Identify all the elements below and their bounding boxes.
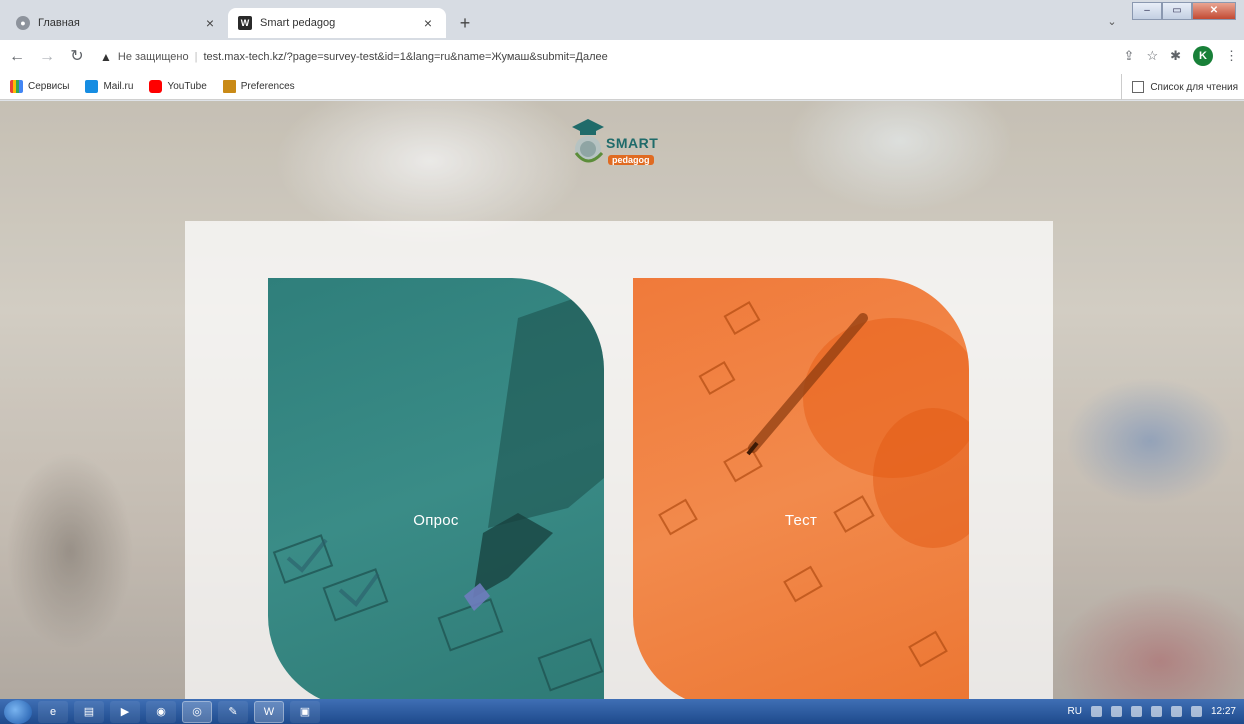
start-button[interactable] [4, 699, 32, 724]
flag-icon[interactable] [1190, 706, 1202, 717]
url-text[interactable]: test.max-tech.kz/?page=survey-test&id=1&… [203, 51, 607, 63]
system-tray: RU 12:27 [1068, 699, 1236, 724]
tray-app-icon[interactable] [1130, 706, 1142, 717]
tab-close-icon[interactable]: × [202, 15, 218, 31]
taskbar-ie-icon[interactable]: e [38, 700, 68, 723]
security-label[interactable]: Не защищено [118, 51, 189, 63]
bookmark-label: Сервисы [28, 81, 70, 92]
test-card-title: Тест [784, 512, 818, 529]
choice-panel: Опрос Тест [185, 221, 1053, 699]
mailru-icon [85, 80, 99, 93]
bookmark-label: Mail.ru [103, 81, 134, 92]
window-close-button[interactable]: ✕ [1192, 2, 1236, 20]
volume-icon[interactable] [1170, 706, 1182, 717]
logo-text-pedagog: pedagog [608, 155, 654, 165]
reload-icon[interactable]: ↻ [64, 44, 90, 70]
survey-card-title: Опрос [413, 512, 459, 529]
test-card[interactable]: Тест [633, 278, 969, 699]
apps-icon [10, 80, 23, 93]
extensions-puzzle-icon[interactable]: ✱ [1170, 48, 1181, 64]
profile-avatar[interactable]: K [1193, 46, 1213, 66]
taskbar-explorer-icon[interactable]: ▤ [74, 700, 104, 723]
tray-app-icon[interactable] [1110, 706, 1122, 717]
reading-list-icon [1132, 81, 1145, 93]
youtube-icon [149, 80, 163, 93]
smart-pedagog-logo[interactable]: SMART pedagog [566, 111, 676, 181]
taskbar-word-icon[interactable]: W [254, 700, 284, 723]
tab-label: Smart pedagog [260, 17, 336, 29]
page-content: SMART pedagog Опрос Тест [0, 101, 1244, 699]
bookmark-label: YouTube [167, 81, 207, 92]
bookmarks-bar: Сервисы Mail.ru YouTube Preferences Спис… [0, 74, 1244, 100]
survey-card[interactable]: Опрос [268, 278, 604, 699]
toolbar-actions: ⇪ ☆ ✱ K ⋮ [1124, 46, 1238, 66]
site-favicon-icon: W [238, 16, 252, 30]
pen-checkbox-illustration [658, 300, 969, 668]
back-arrow-icon[interactable]: ← [4, 44, 30, 70]
address-separator: | [194, 51, 198, 63]
graduation-cap-icon [572, 119, 604, 163]
tab-close-icon[interactable]: × [420, 15, 436, 31]
minimize-button[interactable]: – [1132, 2, 1162, 20]
forward-arrow-icon[interactable]: → [34, 44, 60, 70]
taskbar-chrome-icon[interactable]: ◎ [182, 700, 212, 723]
address-bar[interactable]: ▲ Не защищено | test.max-tech.kz/?page=s… [100, 44, 1090, 70]
taskbar-media-icon[interactable]: ▶ [110, 700, 140, 723]
globe-icon: ● [16, 16, 30, 30]
reading-list-label: Список для чтения [1150, 81, 1238, 93]
bookmark-mailru[interactable]: Mail.ru [85, 80, 133, 93]
taskbar-paint-icon[interactable]: ✎ [218, 700, 248, 723]
menu-kebab-icon[interactable]: ⋮ [1225, 48, 1238, 64]
language-indicator[interactable]: RU [1068, 706, 1082, 717]
network-icon[interactable] [1150, 706, 1162, 717]
tab-home[interactable]: ● Главная × [6, 8, 228, 38]
taskbar-firefox-icon[interactable]: ◉ [146, 700, 176, 723]
tray-app-icon[interactable] [1090, 706, 1102, 717]
tab-search-chevron-icon[interactable]: ⌄ [1102, 12, 1122, 32]
bookmark-preferences[interactable]: Preferences [222, 80, 295, 93]
bookmark-youtube[interactable]: YouTube [149, 80, 207, 93]
warning-icon: ▲ [100, 50, 112, 64]
window-controls: – ▭ ✕ [1132, 2, 1236, 20]
tab-label: Главная [38, 17, 80, 29]
tab-strip: ● Главная × W Smart pedagog × + ⌄ – ▭ ✕ [0, 0, 1244, 40]
windows-taskbar: e ▤ ▶ ◉ ◎ ✎ W ▣ RU 12:27 [0, 699, 1244, 724]
new-tab-button[interactable]: + [454, 12, 476, 34]
browser-toolbar: ← → ↻ ▲ Не защищено | test.max-tech.kz/?… [0, 40, 1244, 74]
tab-smart-pedagog[interactable]: W Smart pedagog × [228, 8, 446, 38]
bookmark-star-icon[interactable]: ☆ [1146, 48, 1158, 64]
share-icon[interactable]: ⇪ [1124, 48, 1135, 64]
clock[interactable]: 12:27 [1211, 706, 1236, 717]
maximize-button[interactable]: ▭ [1162, 2, 1192, 20]
taskbar-presentation-icon[interactable]: ▣ [290, 700, 320, 723]
checkbox-marker-illustration [272, 288, 604, 692]
preferences-icon [222, 80, 236, 93]
reading-list-button[interactable]: Список для чтения [1121, 74, 1238, 100]
bookmark-services[interactable]: Сервисы [10, 80, 69, 93]
bookmark-label: Preferences [240, 81, 295, 92]
logo-text-smart: SMART [606, 135, 659, 151]
